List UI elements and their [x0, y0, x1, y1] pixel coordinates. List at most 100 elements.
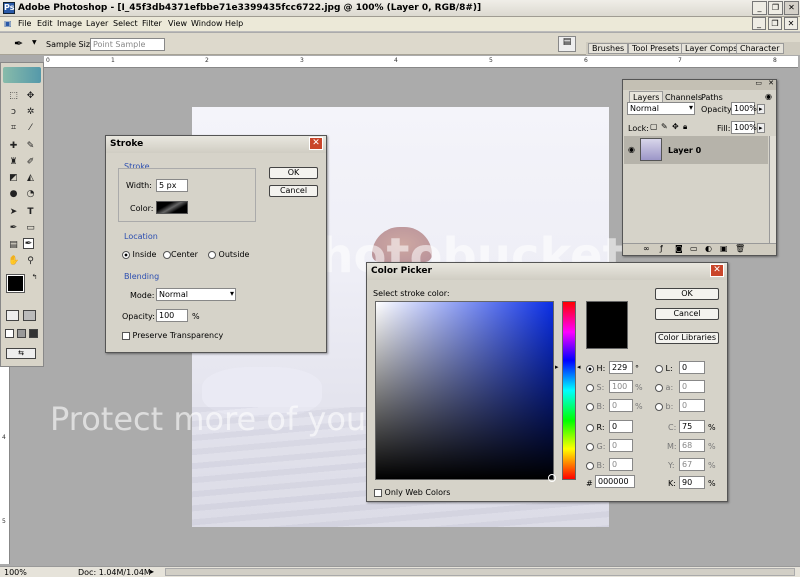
hue-slider-right-arrow-icon[interactable]: ◂	[577, 363, 581, 371]
pen-tool-icon[interactable]: ✒	[8, 223, 19, 234]
palette-tab-brushes[interactable]: Brushes	[588, 43, 629, 54]
radio-outside[interactable]	[208, 250, 216, 259]
eraser-tool-icon[interactable]: ◩	[8, 173, 19, 184]
adobe-online-icon[interactable]	[3, 67, 41, 83]
shape-tool-icon[interactable]: ▭	[25, 223, 36, 234]
menu-help[interactable]: Help	[225, 19, 243, 28]
stroke-ok-button[interactable]: OK	[269, 167, 318, 179]
layer-opacity-input[interactable]: 100%	[731, 102, 757, 115]
palette-minimize-icon[interactable]: ▭	[755, 79, 762, 87]
g-input[interactable]: 0	[609, 439, 633, 452]
menu-layer[interactable]: Layer	[86, 19, 108, 28]
hue-slider[interactable]	[562, 301, 576, 480]
m-input[interactable]: 68	[679, 439, 705, 452]
lock-all-icon[interactable]: 🔒︎	[683, 122, 687, 132]
dodge-tool-icon[interactable]: ◔	[25, 189, 36, 200]
radio-b[interactable]	[586, 402, 594, 411]
k-input[interactable]: 90	[679, 476, 705, 489]
radio-rgb-b[interactable]	[586, 461, 594, 470]
color-picker-close-button[interactable]: ✕	[710, 264, 724, 277]
new-group-icon[interactable]: ▭	[690, 244, 698, 253]
layers-scrollbar[interactable]	[769, 136, 776, 246]
quick-mask-icon[interactable]	[23, 310, 36, 321]
menu-image[interactable]: Image	[57, 19, 82, 28]
brush-tool-icon[interactable]: ✎	[25, 141, 36, 152]
hue-slider-left-arrow-icon[interactable]: ▸	[555, 363, 559, 371]
s-input[interactable]: 100	[609, 380, 633, 393]
link-layers-icon[interactable]: ∞	[643, 244, 650, 253]
color-libraries-button[interactable]: Color Libraries	[655, 332, 719, 344]
minimize-button[interactable]: _	[752, 1, 767, 15]
history-brush-tool-icon[interactable]: ✐	[25, 157, 36, 168]
eyedropper-tool-icon[interactable]: ✒	[14, 37, 23, 50]
doc-minimize-button[interactable]: _	[752, 17, 766, 30]
doc-restore-button[interactable]: ❐	[768, 17, 782, 30]
color-picker-cancel-button[interactable]: Cancel	[655, 308, 719, 320]
eyedropper-tool-icon[interactable]: ✒	[23, 238, 34, 249]
layer-row[interactable]: ◉ Layer 0	[624, 136, 768, 164]
preserve-transparency-checkbox[interactable]	[122, 331, 130, 340]
preserve-transparency-option[interactable]: Preserve Transparency	[122, 331, 223, 340]
stroke-close-button[interactable]: ✕	[309, 137, 323, 150]
menu-file[interactable]: File	[18, 19, 31, 28]
hsb-h-option[interactable]: H:	[586, 364, 605, 373]
file-browser-icon[interactable]: ▤	[558, 36, 576, 52]
palette-close-icon[interactable]: ✕	[768, 79, 774, 87]
stroke-cancel-button[interactable]: Cancel	[269, 185, 318, 197]
lock-transparency-icon[interactable]: ▢	[650, 122, 658, 131]
radio-h[interactable]	[586, 364, 594, 373]
fill-input[interactable]: 100%	[731, 121, 757, 134]
lab-l-option[interactable]: L:	[655, 364, 673, 373]
standard-mode-icon[interactable]	[6, 310, 19, 321]
location-inside-option[interactable]: Inside	[122, 250, 156, 259]
tab-paths[interactable]: Paths	[699, 92, 725, 103]
close-button[interactable]: ✕	[784, 1, 799, 15]
paint-bucket-tool-icon[interactable]: ◭	[25, 173, 36, 184]
location-center-option[interactable]: Center	[163, 250, 198, 259]
stroke-opacity-input[interactable]: 100	[156, 309, 188, 322]
healing-brush-tool-icon[interactable]: ✚	[8, 141, 19, 152]
menu-edit[interactable]: Edit	[37, 19, 53, 28]
location-outside-option[interactable]: Outside	[208, 250, 249, 259]
trash-icon[interactable]: 🗑︎	[735, 244, 745, 253]
restore-button[interactable]: ❐	[768, 1, 783, 15]
palette-tab-layer-comps[interactable]: Layer Comps	[681, 43, 742, 54]
lab-b-input[interactable]: 0	[679, 399, 705, 412]
screen-mode-full-menu-icon[interactable]	[17, 329, 26, 338]
lab-b-option[interactable]: b:	[655, 402, 673, 411]
lock-position-icon[interactable]: ✥	[672, 122, 679, 131]
rgb-b-input[interactable]: 0	[609, 458, 633, 471]
a-input[interactable]: 0	[679, 380, 705, 393]
slice-tool-icon[interactable]: ⁄	[25, 123, 36, 134]
hsb-b-option[interactable]: B:	[586, 402, 605, 411]
h-input[interactable]: 229	[609, 361, 633, 374]
radio-g[interactable]	[586, 442, 594, 451]
notes-tool-icon[interactable]: ▤	[8, 240, 19, 251]
horizontal-scrollbar[interactable]	[165, 568, 795, 576]
blur-tool-icon[interactable]: ●	[8, 189, 19, 200]
hand-tool-icon[interactable]: ✋	[8, 256, 19, 267]
palette-menu-icon[interactable]: ◉	[765, 92, 772, 101]
lock-image-icon[interactable]: ✎	[661, 122, 668, 131]
screen-mode-full-icon[interactable]	[29, 329, 38, 338]
clone-stamp-tool-icon[interactable]: ♜	[8, 157, 19, 168]
b-input[interactable]: 0	[609, 399, 633, 412]
layer-style-icon[interactable]: ƒ	[660, 244, 663, 253]
fill-arrow-icon[interactable]: ▸	[757, 123, 765, 133]
menu-filter[interactable]: Filter	[142, 19, 162, 28]
magic-wand-tool-icon[interactable]: ✲	[25, 107, 36, 118]
lab-a-option[interactable]: a:	[655, 383, 673, 392]
hsb-s-option[interactable]: S:	[586, 383, 604, 392]
l-input[interactable]: 0	[679, 361, 705, 374]
type-tool-icon[interactable]: T	[25, 207, 36, 218]
blend-mode-select[interactable]: Normal ▾	[156, 288, 236, 301]
opacity-arrow-icon[interactable]: ▸	[757, 104, 765, 114]
zoom-level[interactable]: 100%	[4, 568, 27, 577]
c-input[interactable]: 75	[679, 420, 705, 433]
menu-view[interactable]: View	[168, 19, 187, 28]
layer-blend-mode-select[interactable]: Normal ▾	[627, 102, 695, 115]
radio-a[interactable]	[655, 383, 663, 392]
color-picker-ok-button[interactable]: OK	[655, 288, 719, 300]
doc-close-button[interactable]: ✕	[784, 17, 798, 30]
y-input[interactable]: 67	[679, 458, 705, 471]
